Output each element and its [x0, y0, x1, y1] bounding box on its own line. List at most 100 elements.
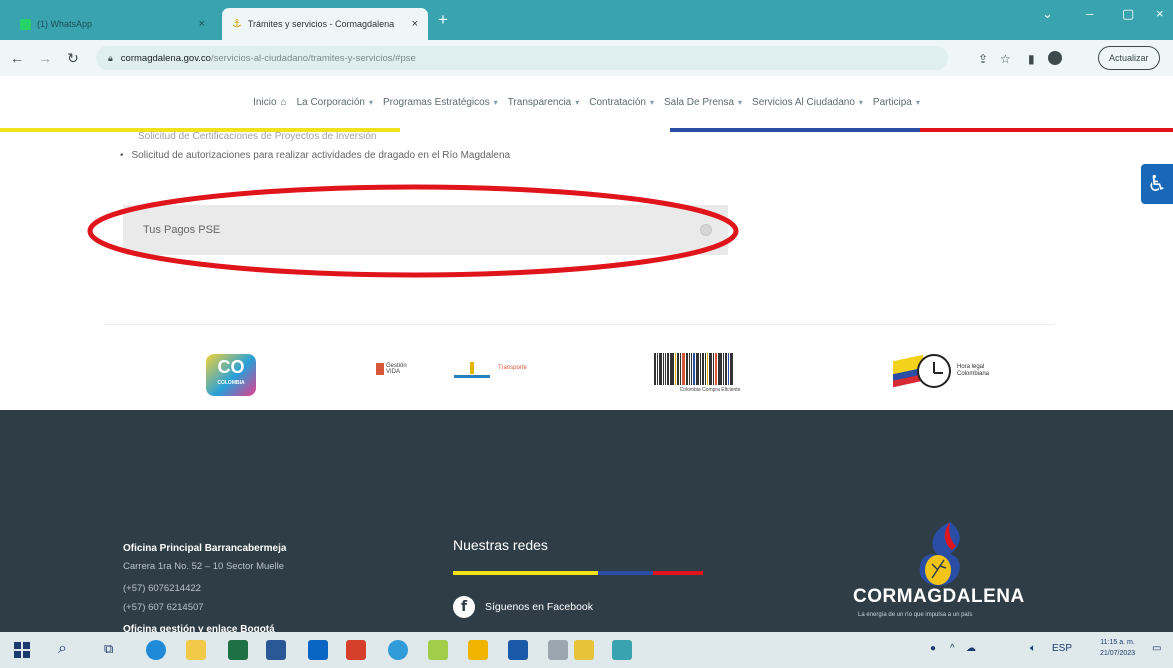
pse-accordion[interactable]: Tus Pagos PSE	[123, 205, 728, 255]
barcode-bar	[663, 353, 664, 385]
chevron-down-icon: ▾	[915, 97, 920, 107]
barcode-bar	[670, 353, 674, 385]
barcode-bar	[677, 353, 679, 385]
flag-stripe-blue	[598, 571, 653, 575]
nav-label: La Corporación	[296, 96, 365, 108]
nav-item-corporacion[interactable]: La Corporación ▾	[297, 97, 373, 108]
outlook-icon[interactable]	[308, 640, 328, 660]
nav-item-servicios[interactable]: Servicios Al Ciudadano ▾	[752, 97, 863, 108]
nav-label: Programas Estratégicos	[382, 96, 490, 108]
hora-line: Hora legal	[957, 364, 985, 370]
office-phone[interactable]: (+57) 6076214422	[123, 583, 201, 594]
profile-avatar-icon[interactable]	[1048, 51, 1062, 65]
brand-tagline: La energía de un río que impulsa a un pa…	[858, 612, 973, 618]
browser-tab-bar: (1) WhatsApp × ⚓ Trámites y servicios - …	[0, 0, 1173, 40]
app-icon[interactable]	[468, 640, 488, 660]
barcode-bar	[686, 353, 688, 385]
expand-toggle-icon[interactable]	[700, 224, 712, 236]
transporte-logo[interactable]: Transporte	[454, 358, 527, 378]
office-title: Oficina Principal Barrancabermeja	[123, 543, 287, 554]
accessibility-icon[interactable]: ♿︎	[1141, 164, 1173, 204]
app-icon[interactable]	[428, 640, 448, 660]
update-button[interactable]: Actualizar	[1098, 46, 1160, 70]
nav-item-inicio[interactable]: Inicio ⌂	[253, 97, 286, 108]
share-icon[interactable]: ⇪	[978, 52, 988, 66]
tray-network-icon[interactable]: ☁	[966, 643, 976, 654]
chrome-profile-icon[interactable]	[612, 640, 632, 660]
sidepanel-icon[interactable]: ▮	[1028, 52, 1035, 66]
task-view-icon[interactable]: ⧉	[104, 641, 113, 657]
facebook-link[interactable]: f Síguenos en Facebook	[453, 596, 593, 618]
barcode-bar	[696, 353, 699, 385]
close-window-button[interactable]: ×	[1156, 6, 1164, 21]
app-icon[interactable]	[574, 640, 594, 660]
tab-search-icon[interactable]: ⌄	[1042, 6, 1053, 22]
office-phone[interactable]: (+57) 607 6214507	[123, 602, 204, 613]
chrome-icon[interactable]	[388, 640, 408, 660]
barcode-bar	[730, 353, 733, 385]
tray-app-icon[interactable]: ●	[930, 643, 936, 654]
close-tab-icon[interactable]: ×	[199, 18, 205, 30]
barcode-bar	[700, 353, 701, 385]
colombia-compra-logo[interactable]: Colombia Compra Eficiente	[654, 353, 766, 395]
co-logo-caption: COLOMBIA	[217, 380, 245, 386]
notifications-icon[interactable]: ▭	[1152, 643, 1161, 654]
windows-start-icon[interactable]	[14, 642, 30, 658]
service-item-faded[interactable]: Solicitud de Certificaciones de Proyecto…	[138, 131, 376, 142]
bookmark-star-icon[interactable]: ☆	[1000, 52, 1011, 66]
forward-arrow-icon[interactable]: →	[34, 50, 56, 66]
edge-icon[interactable]	[146, 640, 166, 660]
nav-item-participa[interactable]: Participa ▾	[873, 97, 920, 108]
whatsapp-icon	[20, 18, 31, 30]
minimize-button[interactable]: –	[1086, 6, 1093, 21]
barcode-bar	[689, 353, 690, 385]
new-tab-button[interactable]: +	[438, 10, 448, 30]
file-explorer-icon[interactable]	[186, 640, 206, 660]
app-icon[interactable]	[548, 640, 568, 660]
nav-item-contratacion[interactable]: Contratación ▾	[589, 97, 654, 108]
address-bar[interactable]: 🔒︎ cormagdalena.gov.co/servicios-al-ciud…	[96, 46, 948, 70]
chevron-down-icon: ▾	[649, 97, 654, 107]
nav-item-transparencia[interactable]: Transparencia ▾	[508, 97, 580, 108]
facebook-label: Síguenos en Facebook	[485, 601, 593, 613]
hora-legal-logo[interactable]: Hora legal Colombiana	[893, 354, 989, 388]
chevron-down-icon: ▾	[858, 97, 863, 107]
barcode-icon	[654, 353, 766, 385]
gestion-vida-logo[interactable]: Gestión VIDA	[376, 363, 407, 375]
excel-icon[interactable]	[228, 640, 248, 660]
barcode-bar	[654, 353, 656, 385]
nav-label: Inicio	[253, 96, 277, 108]
tab-title: (1) WhatsApp	[37, 19, 93, 29]
close-tab-icon[interactable]: ×	[412, 18, 418, 30]
maximize-button[interactable]: ▢	[1122, 6, 1134, 22]
flag-stripe-white	[400, 128, 670, 132]
back-arrow-icon[interactable]: ←	[6, 50, 28, 66]
barcode-bar	[705, 353, 706, 385]
app-icon[interactable]	[508, 640, 528, 660]
vida-line: VIDA	[386, 369, 401, 375]
chevron-down-icon: ▾	[575, 97, 580, 107]
barcode-bar	[691, 353, 692, 385]
service-item-dragado[interactable]: Solicitud de autorizaciones para realiza…	[120, 150, 511, 161]
search-icon[interactable]: ⌕	[58, 640, 67, 658]
brand-name: CORMAGDALENA	[853, 586, 1025, 607]
office-address: Carrera 1ra No. 52 – 10 Sector Muelle	[123, 561, 285, 572]
colombia-co-logo[interactable]: CO COLOMBIA	[206, 354, 256, 396]
language-indicator[interactable]: ESP	[1052, 643, 1072, 654]
volume-icon[interactable]: 🔈︎	[1030, 643, 1036, 654]
nav-item-prensa[interactable]: Sala De Prensa ▾	[664, 97, 742, 108]
taskbar-clock[interactable]: 11:15 a. m. 21/07/2023	[1100, 637, 1135, 659]
barcode-bar	[675, 353, 676, 385]
service-item-label: Solicitud de autorizaciones para realiza…	[131, 150, 511, 161]
tab-title: Trámites y servicios - Cormagdalena	[247, 19, 395, 29]
windows-taskbar: ⌕ ⧉ ● ^ ☁ 🔈︎ ESP 11:15 a. m. 21/07/2023 …	[0, 632, 1173, 668]
barcode-bar	[718, 353, 722, 385]
tab-whatsapp[interactable]: (1) WhatsApp ×	[10, 8, 215, 40]
powerpoint-icon[interactable]	[346, 640, 366, 660]
flag-stripe-red	[653, 571, 703, 575]
nav-item-programas[interactable]: Programas Estratégicos ▾	[383, 97, 498, 108]
reload-icon[interactable]: ↻	[62, 50, 84, 67]
tray-chevron-icon[interactable]: ^	[950, 643, 955, 654]
word-icon[interactable]	[266, 640, 286, 660]
tab-cormagdalena[interactable]: ⚓ Trámites y servicios - Cormagdalena ×	[222, 8, 428, 40]
